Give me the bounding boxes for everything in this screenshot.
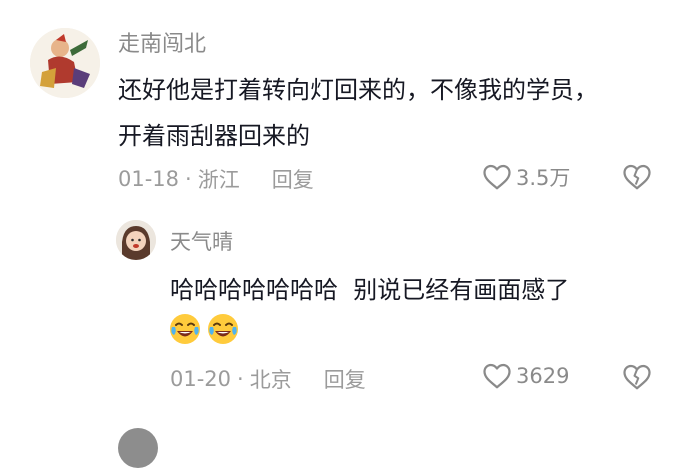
reply-button[interactable]: 回复 (272, 164, 314, 194)
crying-laughing-emoji-icon (168, 312, 202, 346)
like-count: 3.5万 (516, 166, 571, 190)
comment-location: 北京 (249, 368, 292, 392)
comment-date: 01-20 (170, 367, 232, 391)
broken-heart-icon (622, 163, 652, 191)
dislike-button[interactable] (622, 363, 652, 391)
meta-separator: · (237, 367, 244, 391)
dislike-button[interactable] (622, 163, 652, 191)
comment-text-line-1: 还好他是打着转向灯回来的，不像我的学员， (118, 76, 598, 104)
heart-icon (482, 362, 512, 390)
meta-separator: · (185, 167, 192, 191)
comment-date: 01-18 (118, 167, 180, 191)
avatar[interactable] (116, 220, 156, 260)
comment-meta: 01-18 · 浙江 回复 (118, 164, 314, 194)
emoji-row (168, 312, 244, 346)
crying-laughing-emoji-icon (206, 312, 240, 346)
like-count: 3629 (516, 364, 570, 388)
username[interactable]: 走南闯北 (118, 26, 206, 58)
reply-button[interactable]: 回复 (324, 364, 366, 394)
comment-meta: 01-20 · 北京 回复 (170, 364, 366, 394)
comment-text-line-2: 开着雨刮器回来的 (118, 122, 310, 150)
comment-text: 哈哈哈哈哈哈哈 别说已经有画面感了 (170, 276, 570, 304)
comment-location: 浙江 (197, 168, 240, 192)
like-button[interactable]: 3.5万 (482, 162, 570, 192)
username[interactable]: 天气晴 (170, 226, 233, 256)
like-button[interactable]: 3629 (482, 362, 569, 390)
next-comment-avatar (118, 428, 158, 468)
heart-icon (482, 163, 512, 191)
avatar[interactable] (30, 28, 100, 98)
broken-heart-icon (622, 363, 652, 391)
